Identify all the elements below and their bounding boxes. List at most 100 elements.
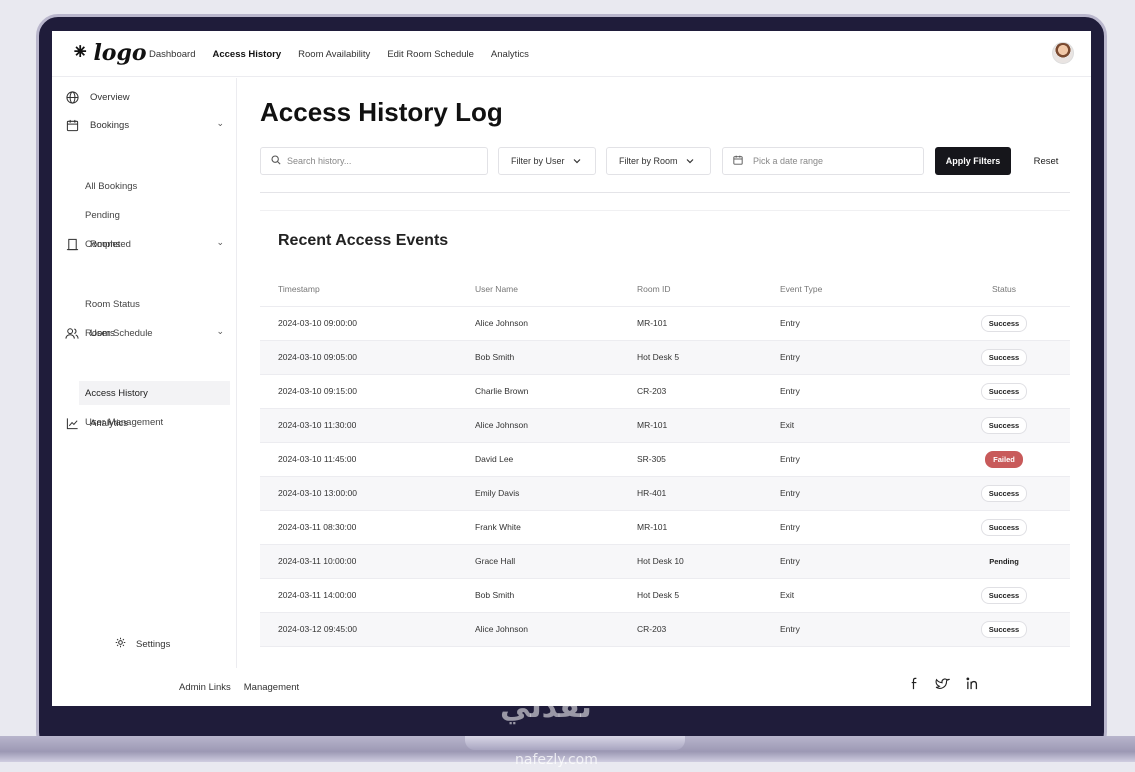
event-type-cell: Entry (780, 442, 938, 477)
status-badge: Success (980, 314, 1028, 332)
calendar-icon (733, 155, 743, 167)
room-id-cell: MR-101 (637, 306, 780, 341)
timestamp-cell: 2024-03-10 09:05:00 (260, 340, 475, 375)
status-cell: Success (938, 306, 1070, 341)
apply-filters-button[interactable]: Apply Filters (935, 147, 1011, 175)
user-name-cell: Alice Johnson (475, 306, 637, 341)
table-row[interactable]: 2024-03-11 10:00:00 Grace Hall Hot Desk 10… (260, 544, 1070, 579)
nav-dashboard[interactable]: Dashboard (149, 49, 195, 60)
nav-edit-room-schedule[interactable]: Edit Room Schedule (387, 49, 474, 60)
timestamp-cell: 2024-03-12 09:45:00 (260, 612, 475, 647)
twitter-icon[interactable] (935, 677, 950, 690)
sidebar: Overview Bookings ⌄ All Bookings Pending… (52, 78, 237, 668)
sidebar-item-overview[interactable]: Overview (64, 86, 230, 108)
room-id-cell: CR-203 (637, 612, 780, 647)
column-header-timestamp[interactable]: Timestamp (260, 273, 475, 307)
card-title: Recent Access Events (278, 232, 449, 249)
table-row[interactable]: 2024-03-10 09:05:00 Bob Smith Hot Desk 5 En… (260, 340, 1070, 375)
status-cell: Failed (938, 442, 1070, 477)
room-id-cell: Hot Desk 5 (637, 578, 780, 613)
nav-analytics[interactable]: Analytics (491, 49, 529, 60)
access-events-table: Timestamp User Name Room ID Event Type S… (260, 273, 1070, 647)
event-type-cell: Entry (780, 306, 938, 341)
table-row[interactable]: 2024-03-11 08:30:00 Frank White MR-101 Entr… (260, 510, 1070, 545)
column-header-user-name[interactable]: User Name (475, 273, 637, 307)
room-id-cell: MR-101 (637, 510, 780, 545)
footer-link-admin-links[interactable]: Admin Links (179, 682, 231, 693)
filter-by-user-select[interactable]: Filter by User (498, 147, 596, 175)
sidebar-sub-room-status[interactable]: Room Status (79, 292, 230, 316)
logo[interactable]: ⁕ logo (71, 40, 147, 66)
sidebar-item-bookings[interactable]: Bookings ⌄ (64, 114, 230, 136)
status-badge: Success (980, 620, 1028, 638)
table-row[interactable]: 2024-03-10 09:15:00 Charlie Brown CR-203 En… (260, 374, 1070, 409)
status-cell: Success (938, 510, 1070, 545)
search-input[interactable] (287, 156, 477, 166)
chevron-down-icon[interactable]: ⌄ (216, 326, 224, 337)
status-badge: Success (980, 518, 1028, 536)
settings-label: Settings (136, 638, 171, 650)
column-header-room-id[interactable]: Room ID (637, 273, 780, 307)
chevron-down-icon (573, 156, 581, 166)
event-type-cell: Entry (780, 476, 938, 511)
status-cell: Success (938, 408, 1070, 443)
room-id-cell: CR-203 (637, 374, 780, 409)
sidebar-item-users[interactable]: Users ⌄ (64, 322, 230, 344)
status-cell: Success (938, 340, 1070, 375)
event-type-cell: Entry (780, 510, 938, 545)
user-name-cell: Frank White (475, 510, 637, 545)
status-badge: Pending (989, 556, 1019, 566)
sidebar-item-analytics[interactable]: Analytics (64, 412, 230, 434)
user-name-cell: Grace Hall (475, 544, 637, 579)
table-row[interactable]: 2024-03-10 13:00:00 Emily Davis HR-401 Entr… (260, 476, 1070, 511)
table-row[interactable]: 2024-03-10 11:45:00 David Lee SR-305 Entry F… (260, 442, 1070, 477)
user-name-cell: Bob Smith (475, 578, 637, 613)
facebook-icon[interactable] (910, 677, 919, 690)
column-header-status[interactable]: Status (938, 273, 1070, 307)
column-header-event-type[interactable]: Event Type (780, 273, 938, 307)
nav-links: Dashboard Access History Room Availabili… (149, 49, 529, 60)
sidebar-item-label: Bookings (90, 119, 130, 131)
nav-access-history[interactable]: Access History (212, 49, 281, 60)
filter-by-room-select[interactable]: Filter by Room (606, 147, 711, 175)
status-badge: Failed (985, 450, 1023, 468)
logo-mark-icon: ⁕ (71, 40, 90, 65)
settings-link[interactable]: Settings (115, 637, 170, 651)
user-name-cell: Emily Davis (475, 476, 637, 511)
room-id-cell: MR-101 (637, 408, 780, 443)
chevron-down-icon[interactable]: ⌄ (216, 118, 224, 129)
sidebar-item-rooms[interactable]: Rooms ⌄ (64, 233, 230, 255)
top-navigation: ⁕ logo Dashboard Access History Room Ava… (52, 31, 1091, 77)
search-icon (271, 152, 281, 170)
table-row[interactable]: 2024-03-12 09:45:00 Alice Johnson CR-203 En… (260, 612, 1070, 647)
user-name-cell: David Lee (475, 442, 637, 477)
door-icon (64, 236, 80, 252)
search-box[interactable] (260, 147, 488, 175)
user-avatar[interactable] (1052, 42, 1074, 64)
timestamp-cell: 2024-03-11 14:00:00 (260, 578, 475, 613)
chevron-down-icon[interactable]: ⌄ (216, 237, 224, 248)
sidebar-sub-all-bookings[interactable]: All Bookings (79, 174, 230, 198)
table-row[interactable]: 2024-03-10 09:00:00 Alice Johnson MR-101 En… (260, 306, 1070, 341)
watermark-url: nafezly.com (515, 752, 598, 768)
status-cell: Success (938, 578, 1070, 613)
sidebar-sub-access-history[interactable]: Access History (79, 381, 230, 405)
room-id-cell: Hot Desk 5 (637, 340, 780, 375)
status-badge: Success (980, 348, 1028, 366)
filter-by-user-label: Filter by User (511, 156, 565, 166)
sidebar-item-label: Rooms (90, 238, 121, 250)
sidebar-item-label: Users (90, 327, 115, 339)
user-name-cell: Alice Johnson (475, 612, 637, 647)
reset-button[interactable]: Reset (1022, 147, 1070, 175)
table-header-row: Timestamp User Name Room ID Event Type S… (260, 273, 1070, 307)
status-cell: Success (938, 476, 1070, 511)
footer-link-management[interactable]: Management (244, 682, 299, 693)
table-row[interactable]: 2024-03-11 14:00:00 Bob Smith Hot Desk 5 Ex… (260, 578, 1070, 613)
status-cell: Pending (938, 544, 1070, 579)
status-cell: Success (938, 374, 1070, 409)
linkedin-icon[interactable] (966, 677, 979, 690)
nav-room-availability[interactable]: Room Availability (298, 49, 370, 60)
table-row[interactable]: 2024-03-10 11:30:00 Alice Johnson MR-101 Ex… (260, 408, 1070, 443)
sidebar-sub-pending[interactable]: Pending (79, 203, 230, 227)
date-range-picker[interactable]: Pick a date range (722, 147, 924, 175)
